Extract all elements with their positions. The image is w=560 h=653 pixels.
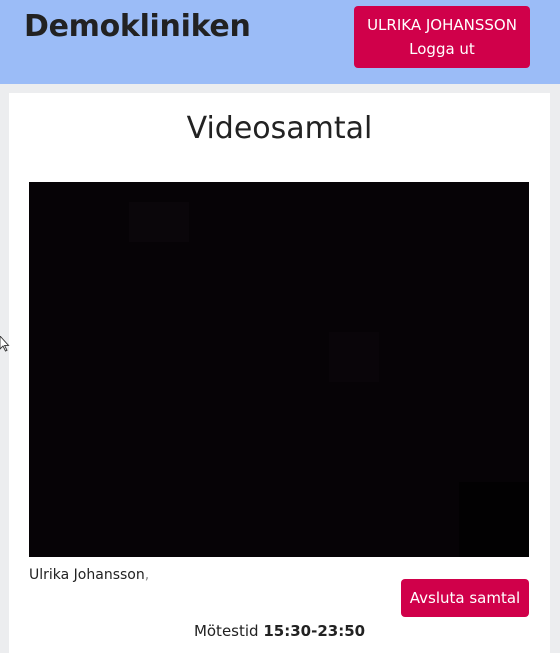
video-dark-region (329, 332, 379, 382)
video-call-card: Videosamtal Ulrika Johansson, Avsluta sa… (9, 93, 550, 653)
meeting-time-value: 15:30-23:50 (263, 622, 366, 640)
video-dark-region (129, 202, 189, 242)
top-header: Demokliniken ULRIKA JOHANSSON Logga ut (0, 0, 560, 84)
video-stream (29, 182, 529, 557)
participant-separator: , (144, 567, 150, 583)
participant-name: Ulrika Johansson (29, 567, 145, 583)
brand-title: Demokliniken (24, 9, 251, 44)
participant-label: Ulrika Johansson, (29, 567, 149, 583)
user-name-label: ULRIKA JOHANSSON (367, 16, 517, 34)
end-call-button[interactable]: Avsluta samtal (401, 579, 529, 617)
logout-label: Logga ut (409, 40, 475, 58)
page-title: Videosamtal (186, 111, 373, 146)
mouse-pointer-icon (0, 336, 10, 352)
video-dark-region (459, 482, 529, 557)
user-logout-button[interactable]: ULRIKA JOHANSSON Logga ut (354, 6, 530, 68)
meeting-time-label: Mötestid (193, 622, 259, 640)
meeting-time: Mötestid 15:30-23:50 (9, 622, 550, 640)
